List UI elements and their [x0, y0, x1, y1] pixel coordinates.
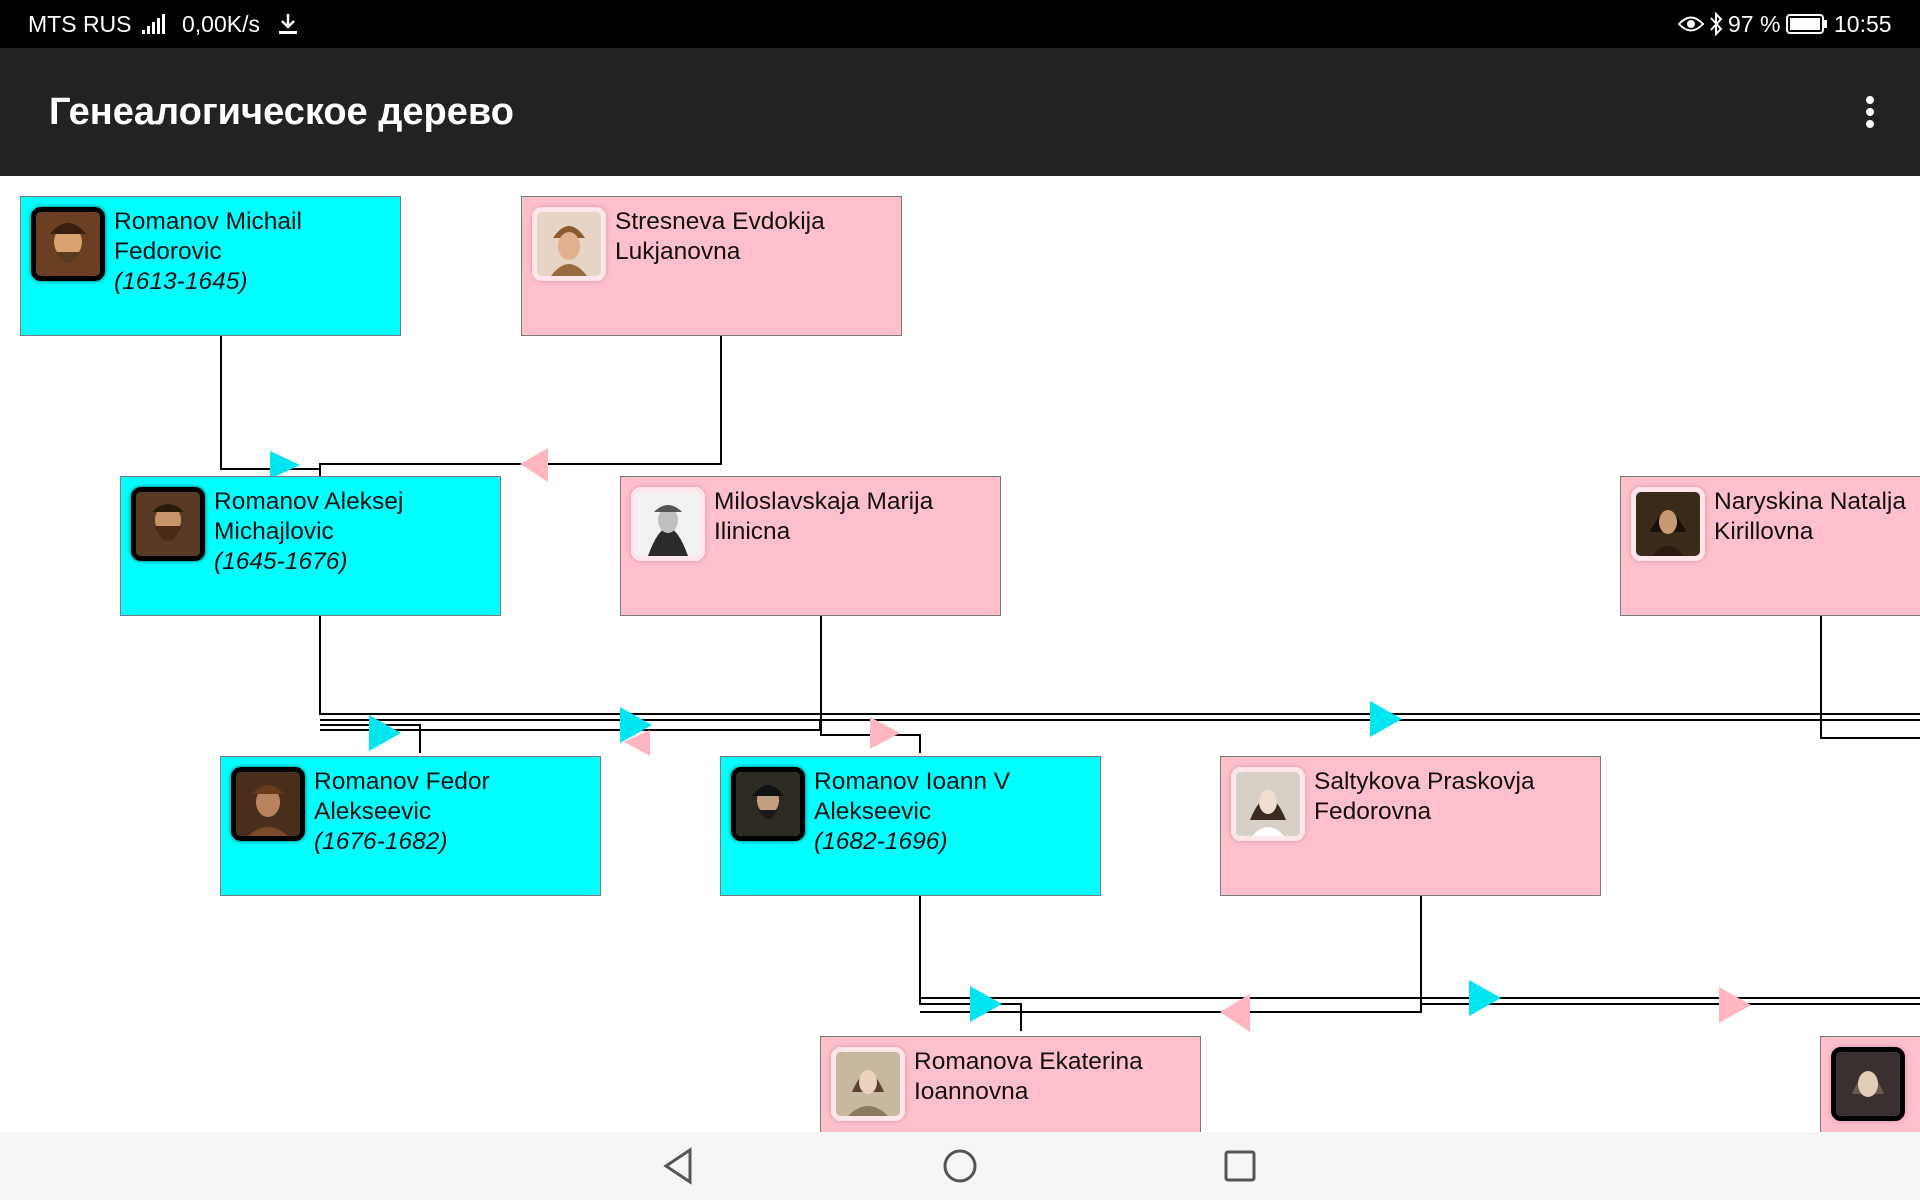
person-name-line2: Alekseevic	[814, 798, 932, 825]
link-arrow-female	[1220, 994, 1250, 1032]
person-portrait	[631, 487, 705, 561]
clock: 10:55	[1834, 11, 1892, 37]
network-speed: 0,00K/s	[182, 11, 260, 37]
person-name-line2: Kirillovna	[1714, 518, 1814, 545]
person-card[interactable]: Romanov Michail Fedorovic (1613-1645)	[20, 196, 401, 336]
person-portrait	[1831, 1047, 1905, 1121]
link-arrow-male	[970, 986, 1002, 1022]
person-portrait	[731, 767, 805, 841]
person-portrait	[231, 767, 305, 841]
person-name: Naryskina Natalja	[1714, 488, 1906, 515]
person-card[interactable]: Romanov Aleksej Michajlovic (1645-1676)	[120, 476, 501, 616]
person-name: Romanov Aleksej	[214, 488, 404, 515]
family-tree-canvas[interactable]: Romanov Michail Fedorovic (1613-1645) St…	[0, 176, 1920, 1132]
person-portrait	[1231, 767, 1305, 841]
person-portrait	[831, 1047, 905, 1121]
person-card[interactable]: Romanov Ioann V Alekseevic (1682-1696)	[720, 756, 1101, 896]
person-name-line2: Michajlovic	[214, 518, 334, 545]
download-icon	[279, 14, 297, 34]
link-arrow-female	[520, 448, 548, 482]
link-arrow-male	[1469, 980, 1501, 1016]
person-name-line2: Fedorovic	[114, 238, 222, 265]
battery-percent: 97 %	[1728, 11, 1781, 37]
status-bar: MTS RUS 0,00K/s 97 % 10:55	[0, 0, 1920, 48]
carrier-name: MTS RUS	[28, 11, 132, 37]
person-years: (1645-1676)	[214, 548, 348, 575]
person-card[interactable]: Miloslavskaja Marija Ilinicna	[620, 476, 1001, 616]
recents-icon[interactable]	[1218, 1144, 1262, 1188]
signal-icon	[142, 14, 165, 34]
person-name: Miloslavskaja Marija	[714, 488, 934, 515]
person-years: (1682-1696)	[814, 828, 948, 855]
person-portrait	[1631, 487, 1705, 561]
person-portrait	[131, 487, 205, 561]
battery-icon	[1786, 14, 1827, 34]
person-years: (1613-1645)	[114, 268, 248, 295]
link-arrow-female	[870, 717, 900, 749]
person-years: (1676-1682)	[314, 828, 448, 855]
person-name: Romanova Ekaterina	[914, 1048, 1143, 1075]
person-card[interactable]: Stresneva Evdokija Lukjanovna	[521, 196, 902, 336]
eye-icon	[1678, 16, 1704, 32]
person-card[interactable]: Naryskina Natalja Kirillovna	[1620, 476, 1920, 616]
person-card[interactable]: Romanova Ekaterina Ioannovna	[820, 1036, 1201, 1132]
link-arrow-male	[270, 451, 300, 479]
person-name: Romanov Fedor	[314, 768, 490, 795]
home-icon[interactable]	[938, 1144, 982, 1188]
back-icon[interactable]	[658, 1144, 702, 1188]
person-name: Romanov Ioann V	[814, 768, 1011, 795]
person-card[interactable]: Saltykova Praskovja Fedorovna	[1220, 756, 1601, 896]
person-name-line2: Lukjanovna	[615, 238, 741, 265]
person-portrait	[31, 207, 105, 281]
app-title: Генеалогическое дерево	[49, 91, 514, 133]
app-bar: Генеалогическое дерево	[0, 48, 1920, 176]
person-name-line2: Ilinicna	[714, 518, 791, 545]
link-arrow-female	[1719, 987, 1751, 1023]
person-name-line2: Fedorovna	[1314, 798, 1432, 825]
person-name-line2: Ioannovna	[914, 1078, 1029, 1105]
person-name: Stresneva Evdokija	[615, 208, 825, 235]
bluetooth-icon	[1710, 11, 1723, 37]
person-name: Saltykova Praskovja	[1314, 768, 1535, 795]
person-card[interactable]: Romanov Fedor Alekseevic (1676-1682)	[220, 756, 601, 896]
person-name-line2: Alekseevic	[314, 798, 432, 825]
person-name: Romanov Michail	[114, 208, 302, 235]
link-arrow-male	[1370, 701, 1402, 737]
person-portrait	[532, 207, 606, 281]
more-vert-icon[interactable]	[1850, 88, 1890, 136]
system-nav-bar	[0, 1132, 1920, 1200]
person-card[interactable]	[1820, 1036, 1920, 1132]
